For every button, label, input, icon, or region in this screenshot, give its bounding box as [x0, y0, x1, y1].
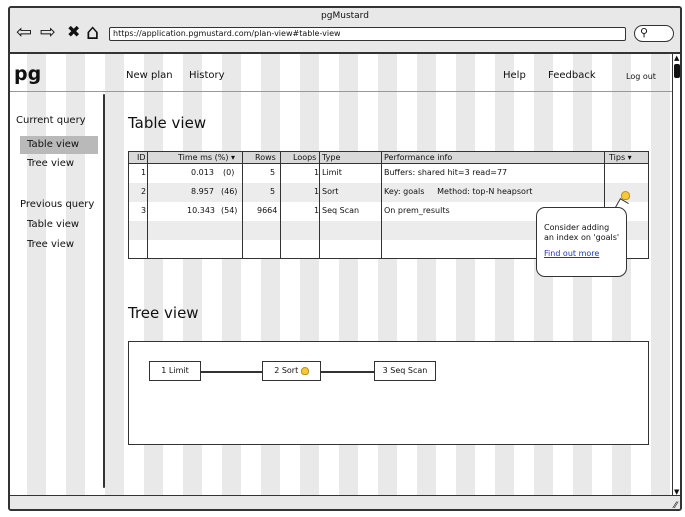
- new-plan-link[interactable]: New plan: [126, 70, 173, 81]
- cell-time: 10.343: [187, 206, 215, 215]
- cell-performance-info: On prem_results: [384, 206, 450, 215]
- tree-node-limit[interactable]: 1 Limit: [149, 361, 201, 381]
- column-divider: [319, 152, 320, 258]
- sidebar-item-current-table-view[interactable]: Table view: [20, 136, 98, 154]
- cell-pct: (0): [223, 168, 235, 177]
- cell-type: Sort: [322, 187, 339, 196]
- title-bar: pgMustard ⇦ ⇨ ✖ ⌂ https://application.pg…: [10, 8, 680, 54]
- tree-edge: [320, 371, 376, 373]
- column-divider: [381, 152, 382, 258]
- header-performance-info: Performance info: [384, 153, 453, 162]
- home-icon[interactable]: ⌂: [86, 22, 99, 43]
- sidebar-item-previous-tree-view[interactable]: Tree view: [20, 236, 98, 254]
- current-query-heading: Current query: [16, 115, 86, 126]
- tree-node-sort[interactable]: 2 Sort: [262, 361, 321, 381]
- lightbulb-icon: [300, 366, 309, 375]
- logout-link[interactable]: Log out: [626, 72, 656, 81]
- column-divider: [147, 152, 148, 258]
- tree-edge: [200, 371, 264, 373]
- forward-icon[interactable]: ⇨: [40, 22, 56, 42]
- window-title: pgMustard: [321, 11, 369, 21]
- resize-grip-icon[interactable]: ⁄⁄: [674, 501, 677, 509]
- cell-performance-info: Buffers: shared hit=3 read=77: [384, 168, 508, 177]
- cell-loops: 1: [314, 168, 320, 177]
- header-time[interactable]: Time ms (%) ▾: [178, 153, 235, 162]
- cell-id: 2: [141, 187, 147, 196]
- cell-type: Seq Scan: [322, 206, 360, 215]
- feedback-link[interactable]: Feedback: [548, 70, 596, 81]
- search-field[interactable]: ⚲: [634, 25, 674, 42]
- close-icon[interactable]: ✖: [67, 22, 80, 42]
- column-divider: [280, 152, 281, 258]
- table-view-title: Table view: [128, 114, 207, 132]
- header-tips[interactable]: Tips ▾: [609, 153, 632, 162]
- help-link[interactable]: Help: [503, 70, 526, 81]
- status-bar: ⁄⁄: [10, 495, 680, 509]
- cell-rows: 9664: [257, 206, 278, 215]
- column-divider: [242, 152, 243, 258]
- logo[interactable]: pg: [14, 63, 41, 85]
- sidebar-item-current-tree-view[interactable]: Tree view: [20, 155, 98, 173]
- previous-query-heading: Previous query: [20, 199, 95, 210]
- sidebar-item-previous-table-view[interactable]: Table view: [20, 216, 98, 234]
- tip-tooltip: Consider adding an index on 'goals' Find…: [536, 207, 627, 277]
- top-nav: pg New plan History Help Feedback Log ou…: [10, 54, 672, 92]
- cell-time: 0.013: [191, 168, 214, 177]
- cell-pct: (46): [221, 187, 238, 196]
- back-icon[interactable]: ⇦: [16, 22, 32, 42]
- tree-view-title: Tree view: [128, 304, 199, 322]
- cell-id: 3: [141, 206, 147, 215]
- header-type: Type: [322, 153, 341, 162]
- vertical-scrollbar[interactable]: ▲ ▼: [672, 54, 680, 501]
- cell-rows: 5: [270, 168, 276, 177]
- cell-loops: 1: [314, 187, 320, 196]
- tooltip-text: Consider adding an index on 'goals': [544, 223, 620, 242]
- scroll-thumb[interactable]: [674, 64, 680, 78]
- tree-node-sort-label: 2 Sort: [274, 366, 299, 375]
- url-bar[interactable]: https://application.pgmustard.com/plan-v…: [109, 27, 626, 41]
- header-id: ID: [137, 153, 146, 162]
- scroll-up-icon[interactable]: ▲: [674, 54, 679, 62]
- header-rows: Rows: [255, 153, 276, 162]
- cell-pct: (54): [221, 206, 238, 215]
- cell-rows: 5: [270, 187, 276, 196]
- browser-window: pgMustard ⇦ ⇨ ✖ ⌂ https://application.pg…: [8, 6, 682, 511]
- header-loops: Loops: [293, 153, 317, 162]
- sidebar-divider: [103, 94, 105, 488]
- cell-loops: 1: [314, 206, 320, 215]
- cell-performance-info: Key: goals Method: top-N heapsort: [384, 187, 533, 196]
- tree-node-seq-scan[interactable]: 3 Seq Scan: [374, 361, 436, 381]
- plan-tree: 1 Limit 2 Sort 3 Seq Scan: [128, 341, 649, 445]
- cell-id: 1: [141, 168, 147, 177]
- cell-time: 8.957: [191, 187, 214, 196]
- search-icon: ⚲: [640, 26, 649, 39]
- cell-type: Limit: [322, 168, 342, 177]
- find-out-more-link[interactable]: Find out more: [544, 249, 620, 259]
- history-link[interactable]: History: [189, 70, 225, 81]
